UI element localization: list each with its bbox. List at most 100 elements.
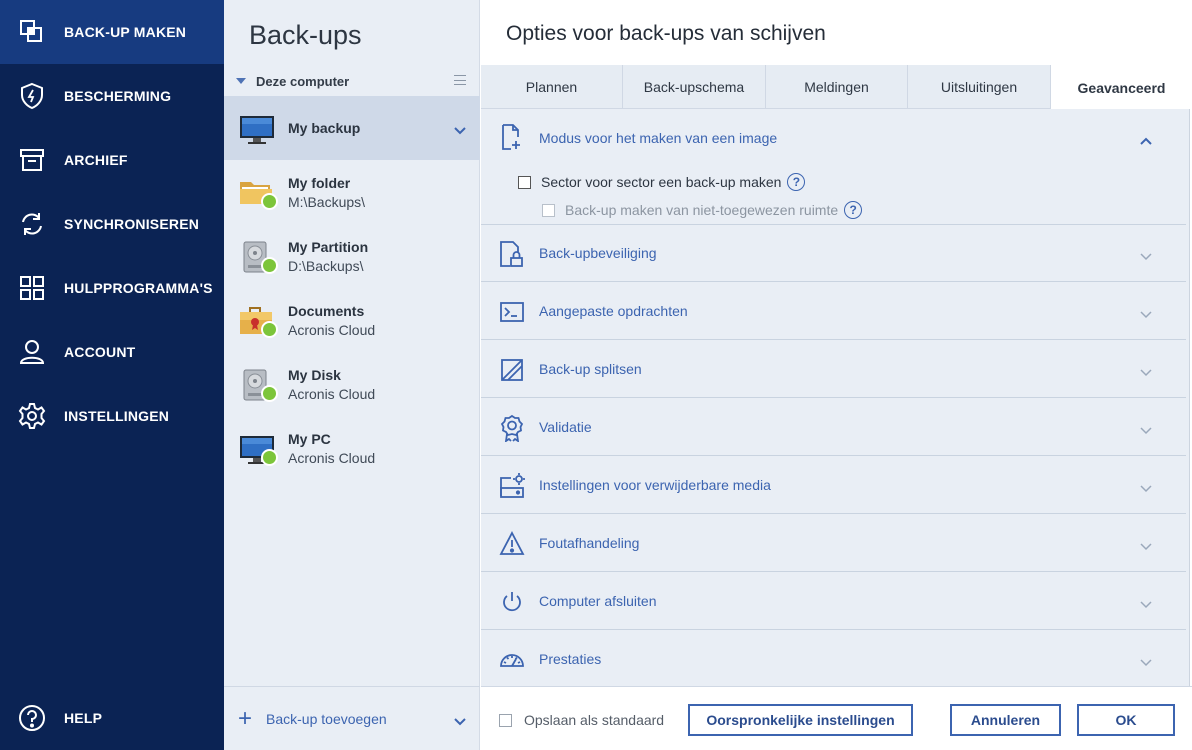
section-label[interactable]: Modus voor het maken van een image xyxy=(539,130,777,146)
removable-media-icon xyxy=(499,472,525,500)
section-computer-shutdown[interactable]: Computer afsluiten xyxy=(481,574,1186,630)
section-label: Prestaties xyxy=(539,651,602,667)
reset-defaults-button[interactable]: Oorspronkelijke instellingen xyxy=(688,704,913,736)
backup-name: Documents xyxy=(288,303,365,319)
ok-button[interactable]: OK xyxy=(1077,704,1175,736)
backup-item-my-pc[interactable]: My PC Acronis Cloud xyxy=(224,416,480,480)
nav-item-bescherming[interactable]: BESCHERMING xyxy=(0,64,224,128)
backup-list-panel: Back-ups Deze computer My backup My fold… xyxy=(224,0,480,750)
briefcase-icon xyxy=(238,302,278,340)
chevron-up-icon[interactable] xyxy=(1140,132,1152,150)
tab-geavanceerd[interactable]: Geavanceerd xyxy=(1051,65,1192,110)
section-removable-media[interactable]: Instellingen voor verwijderbare media xyxy=(481,458,1186,514)
main-navigation: BACK-UP MAKEN BESCHERMING ARCHIEF SYNCHR… xyxy=(0,0,224,750)
backup-name: My PC xyxy=(288,431,331,447)
section-label: Back-up splitsen xyxy=(539,361,642,377)
ribbon-badge-icon xyxy=(499,414,525,443)
help-icon[interactable]: ? xyxy=(787,173,806,191)
section-label: Back-upbeveiliging xyxy=(539,245,657,261)
chevron-down-icon xyxy=(1140,248,1152,266)
save-as-default-option[interactable]: Opslaan als standaard xyxy=(499,712,664,728)
chevron-down-icon xyxy=(1140,306,1152,324)
section-backup-splitting[interactable]: Back-up splitsen xyxy=(481,342,1186,398)
chevron-down-icon xyxy=(1140,654,1152,672)
backup-location: D:\Backups\ xyxy=(288,258,364,274)
nav-label: ACCOUNT xyxy=(64,344,136,360)
section-label: Computer afsluiten xyxy=(539,593,657,609)
backup-item-my-partition[interactable]: My Partition D:\Backups\ xyxy=(224,224,480,288)
status-ok-badge xyxy=(261,449,278,466)
cancel-button[interactable]: Annuleren xyxy=(950,704,1061,736)
options-title: Opties voor back-ups van schijven xyxy=(506,22,826,45)
backup-location: M:\Backups\ xyxy=(288,194,366,210)
section-backup-protection[interactable]: Back-upbeveiliging xyxy=(481,226,1186,282)
advanced-sections: Modus voor het maken van een image Secto… xyxy=(481,109,1190,688)
unallocated-space-label: Back-up maken van niet-toegewezen ruimte xyxy=(565,202,839,218)
monitor-icon xyxy=(238,430,278,468)
sector-by-sector-option: Sector voor sector een back-up maken ? xyxy=(518,173,806,191)
plus-icon: + xyxy=(238,704,253,732)
save-as-default-checkbox[interactable] xyxy=(499,713,512,727)
tab-back-upschema[interactable]: Back-upschema xyxy=(623,65,766,109)
nav-label: BESCHERMING xyxy=(64,88,172,104)
add-backup-label: Back-up toevoegen xyxy=(266,710,387,727)
section-validation[interactable]: Validatie xyxy=(481,400,1186,456)
chevron-down-icon xyxy=(1140,480,1152,498)
section-label: Foutafhandeling xyxy=(539,535,640,551)
section-custom-commands[interactable]: Aangepaste opdrachten xyxy=(481,284,1186,340)
nav-item-account[interactable]: ACCOUNT xyxy=(0,320,224,384)
backup-name: My folder xyxy=(288,175,351,191)
nav-item-back-up-maken[interactable]: BACK-UP MAKEN xyxy=(0,0,224,64)
status-ok-badge xyxy=(261,321,278,338)
caret-down-icon xyxy=(236,78,246,84)
sector-by-sector-label: Sector voor sector een back-up maken xyxy=(541,174,782,190)
backup-item-documents[interactable]: Documents Acronis Cloud xyxy=(224,288,480,352)
section-error-handling[interactable]: Foutafhandeling xyxy=(481,516,1186,572)
nav-item-instellingen[interactable]: INSTELLINGEN xyxy=(0,384,224,448)
speedometer-icon xyxy=(499,646,525,674)
panel-title: Back-ups xyxy=(249,20,362,50)
group-label: Deze computer xyxy=(256,73,350,89)
unallocated-space-option: Back-up maken van niet-toegewezen ruimte… xyxy=(542,201,863,219)
backup-location: Acronis Cloud xyxy=(288,322,376,338)
user-icon xyxy=(16,336,48,368)
split-icon xyxy=(499,356,525,384)
chevron-down-icon xyxy=(1140,538,1152,556)
backup-name: My Disk xyxy=(288,367,341,383)
chevron-down-icon[interactable] xyxy=(454,713,466,731)
sector-by-sector-checkbox[interactable] xyxy=(518,175,531,189)
nav-item-hulpprogrammas[interactable]: HULPPROGRAMMA'S xyxy=(0,256,224,320)
gear-icon xyxy=(16,400,48,432)
section-label: Instellingen voor verwijderbare media xyxy=(539,477,771,493)
backup-item-my-backup[interactable]: My backup xyxy=(224,96,480,160)
nav-item-synchroniseren[interactable]: SYNCHRONISEREN xyxy=(0,192,224,256)
tools-grid-icon xyxy=(16,272,48,304)
hamburger-menu-icon[interactable] xyxy=(454,75,466,85)
group-header-this-computer[interactable]: Deze computer xyxy=(224,66,480,96)
backup-location: Acronis Cloud xyxy=(288,450,376,466)
add-backup-button[interactable]: + Back-up toevoegen xyxy=(224,686,480,750)
backup-item-my-disk[interactable]: My Disk Acronis Cloud xyxy=(224,352,480,416)
options-tabs: Plannen Back-upschema Meldingen Uitsluit… xyxy=(481,65,1192,110)
shield-icon xyxy=(16,80,48,112)
chevron-down-icon xyxy=(1140,596,1152,614)
copy-icon xyxy=(16,16,48,48)
nav-label: ARCHIEF xyxy=(64,152,128,168)
options-panel: Opties voor back-ups van schijven Planne… xyxy=(481,0,1192,750)
disk-icon xyxy=(238,238,278,276)
help-circle-icon xyxy=(16,702,48,734)
tab-uitsluitingen[interactable]: Uitsluitingen xyxy=(908,65,1051,109)
chevron-down-icon[interactable] xyxy=(454,122,466,140)
status-ok-badge xyxy=(261,385,278,402)
tab-meldingen[interactable]: Meldingen xyxy=(766,65,908,109)
lock-file-icon xyxy=(499,240,525,268)
help-icon[interactable]: ? xyxy=(844,201,863,219)
status-ok-badge xyxy=(261,193,278,210)
section-performance[interactable]: Prestaties xyxy=(481,632,1186,688)
tab-plannen[interactable]: Plannen xyxy=(481,65,623,109)
section-label: Aangepaste opdrachten xyxy=(539,303,688,319)
nav-item-archief[interactable]: ARCHIEF xyxy=(0,128,224,192)
status-ok-badge xyxy=(261,257,278,274)
nav-item-help[interactable]: HELP xyxy=(0,686,224,750)
backup-item-my-folder[interactable]: My folder M:\Backups\ xyxy=(224,160,480,224)
